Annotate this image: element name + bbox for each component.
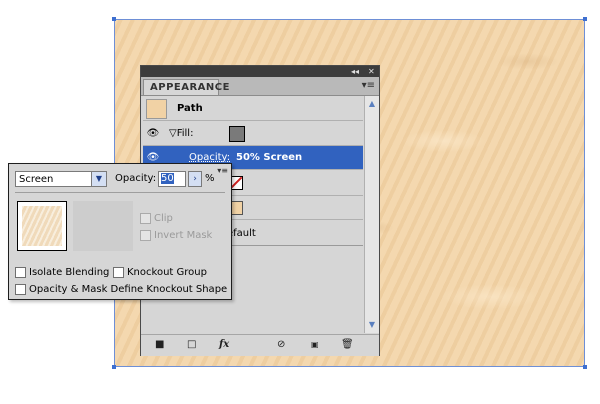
selection-handle-bottom-left[interactable] bbox=[112, 365, 116, 369]
opacity-mask-area[interactable] bbox=[73, 201, 133, 251]
path-thumbnail bbox=[146, 99, 167, 119]
isolate-blending-label: Isolate Blending bbox=[29, 267, 110, 278]
opacity-mask-knockout-checkbox[interactable] bbox=[15, 284, 26, 295]
opacity-input[interactable]: 50 bbox=[158, 171, 186, 187]
knockout-group-label: Knockout Group bbox=[127, 267, 207, 278]
opacity-value: 50% Screen bbox=[236, 152, 303, 163]
fill-row[interactable]: 👁 ▽Fill: bbox=[143, 121, 363, 146]
object-thumbnail[interactable] bbox=[17, 201, 67, 251]
disclosure-triangle-icon[interactable]: ▽ bbox=[169, 128, 177, 139]
fill-color-swatch[interactable] bbox=[229, 126, 245, 142]
knockout-group-checkbox[interactable] bbox=[113, 267, 124, 278]
transparency-popup: Screen ▼ Opacity: 50 › % ▾≡ Clip Invert … bbox=[8, 163, 232, 300]
clear-icon[interactable]: ⊘ bbox=[277, 339, 285, 351]
blend-mode-select[interactable]: Screen ▼ bbox=[15, 171, 107, 187]
invert-mask-checkbox[interactable] bbox=[140, 230, 151, 241]
stroke-square-icon[interactable]: ■ bbox=[155, 339, 164, 351]
chevron-down-icon[interactable]: ▼ bbox=[91, 172, 106, 186]
new-item-icon[interactable]: ▣ bbox=[311, 339, 319, 351]
selection-handle-top-right[interactable] bbox=[583, 17, 587, 21]
close-panel-icon[interactable]: ✕ bbox=[368, 66, 375, 77]
clip-label: Clip bbox=[154, 213, 173, 224]
fx-icon[interactable]: fx bbox=[219, 339, 229, 351]
fill-square-icon[interactable]: □ bbox=[187, 339, 196, 351]
object-type-label: Path bbox=[177, 103, 203, 114]
popup-menu-icon[interactable]: ▾≡ bbox=[217, 166, 228, 175]
thumbnail-preview bbox=[22, 206, 62, 246]
clip-checkbox[interactable] bbox=[140, 213, 151, 224]
tab-appearance[interactable]: APPEARANCE bbox=[143, 79, 229, 95]
opacity-label: Opacity: bbox=[115, 173, 157, 184]
percent-sign: % bbox=[205, 173, 215, 184]
opacity-mask-knockout-label: Opacity & Mask Define Knockout Shape bbox=[29, 284, 228, 295]
opacity-input-value: 50 bbox=[161, 173, 174, 184]
isolate-blending-checkbox[interactable] bbox=[15, 267, 26, 278]
fill-label: ▽Fill: bbox=[169, 128, 193, 139]
scroll-down-icon[interactable]: ▼ bbox=[365, 319, 379, 331]
fill-label-text: Fill: bbox=[176, 128, 194, 139]
visibility-eye-icon[interactable]: 👁 bbox=[146, 128, 160, 140]
divider bbox=[15, 192, 225, 193]
path-row[interactable]: Path bbox=[143, 96, 363, 121]
invert-mask-label: Invert Mask bbox=[154, 230, 213, 241]
panel-titlebar[interactable]: ◂◂ ✕ bbox=[141, 66, 379, 77]
scroll-up-icon[interactable]: ▲ bbox=[365, 98, 379, 110]
selection-handle-top-left[interactable] bbox=[112, 17, 116, 21]
panel-tab-row: APPEARANCE bbox=[141, 77, 379, 96]
panel-scrollbar[interactable]: ▲ ▼ bbox=[364, 96, 379, 333]
trash-icon[interactable]: 🗑 bbox=[341, 339, 354, 351]
panel-menu-icon[interactable]: ▾≡ bbox=[362, 80, 375, 91]
blend-mode-value: Screen bbox=[19, 174, 54, 185]
opacity-slider-arrow-icon[interactable]: › bbox=[188, 171, 202, 187]
collapse-panel-icon[interactable]: ◂◂ bbox=[351, 66, 359, 77]
opacity-link[interactable]: Opacity: bbox=[189, 152, 230, 163]
panel-footer: ■ □ fx ⊘ ▣ 🗑 bbox=[141, 334, 379, 356]
selection-handle-bottom-right[interactable] bbox=[583, 365, 587, 369]
